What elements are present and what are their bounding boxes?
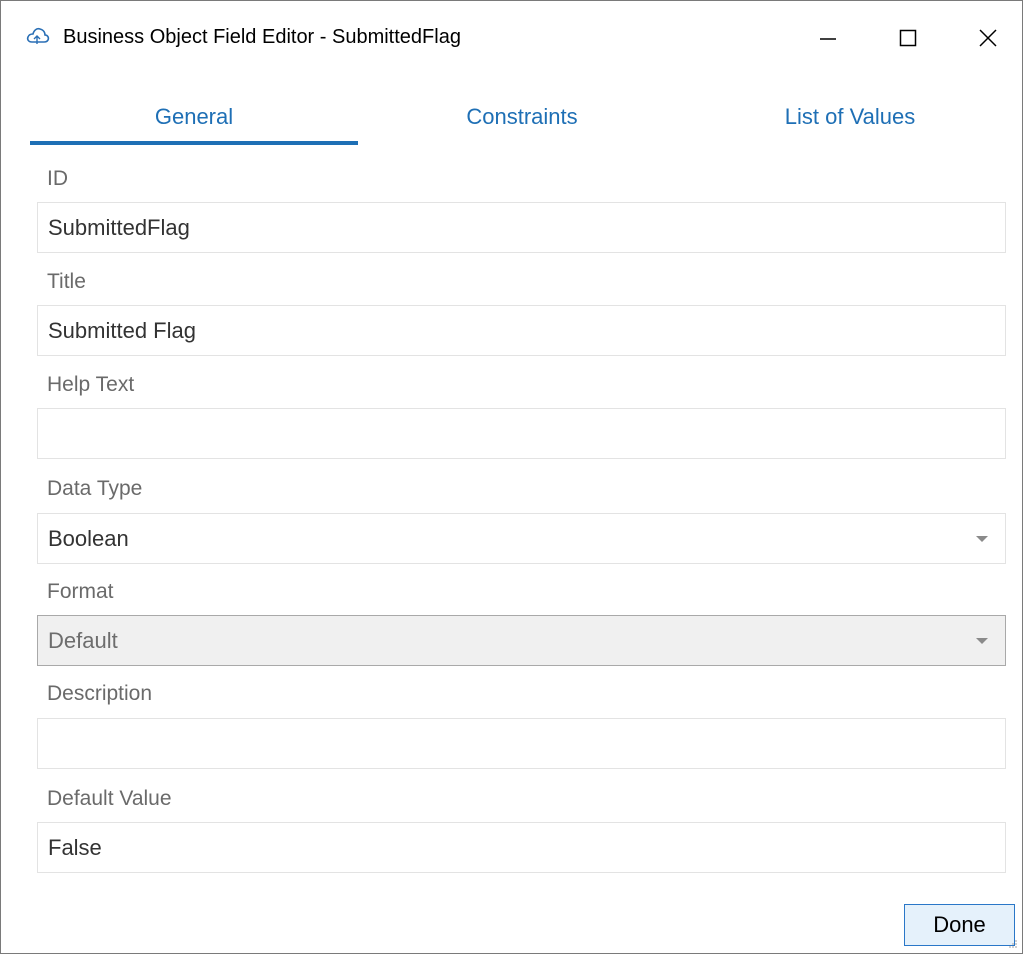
chevron-down-icon xyxy=(976,535,988,542)
help-text-field[interactable] xyxy=(37,408,1006,459)
id-value: SubmittedFlag xyxy=(48,214,190,240)
tab-constraints-label: Constraints xyxy=(466,104,578,129)
description-field[interactable] xyxy=(37,718,1006,769)
minimize-icon xyxy=(820,38,836,40)
tab-bar: General Constraints List of Values xyxy=(30,89,989,145)
tab-list-of-values-label: List of Values xyxy=(784,104,916,129)
window-title: Business Object Field Editor - Submitted… xyxy=(63,26,461,48)
id-label: ID xyxy=(47,167,68,190)
chevron-down-icon xyxy=(976,637,988,644)
tab-constraints[interactable]: Constraints xyxy=(358,89,686,145)
data-type-label: Data Type xyxy=(47,477,143,500)
format-label: Format xyxy=(47,580,114,603)
data-type-select[interactable]: Boolean xyxy=(37,513,1006,564)
maximize-button[interactable] xyxy=(883,13,933,63)
help-text-label: Help Text xyxy=(47,373,135,396)
title-field[interactable]: Submitted Flag xyxy=(37,305,1006,356)
title-bar[interactable]: Business Object Field Editor - Submitted… xyxy=(1,1,1022,77)
data-type-value: Boolean xyxy=(48,525,129,551)
done-button[interactable]: Done xyxy=(904,904,1015,946)
format-value: Default xyxy=(48,627,118,653)
active-tab-indicator xyxy=(30,141,358,145)
default-value-label: Default Value xyxy=(47,787,172,810)
title-label: Title xyxy=(47,270,86,293)
title-value: Submitted Flag xyxy=(48,317,196,343)
default-value-field[interactable]: False xyxy=(37,822,1006,873)
tab-list-of-values[interactable]: List of Values xyxy=(686,89,1014,145)
format-select: Default xyxy=(37,615,1006,666)
description-label: Description xyxy=(47,682,153,705)
field-editor-window: Business Object Field Editor - Submitted… xyxy=(0,0,1023,954)
minimize-button[interactable] xyxy=(803,13,853,63)
tab-general-label: General xyxy=(154,104,234,129)
tab-general[interactable]: General xyxy=(30,89,358,145)
close-icon xyxy=(979,29,997,47)
cloud-icon xyxy=(26,27,50,44)
maximize-icon xyxy=(899,29,917,47)
default-value-value: False xyxy=(48,834,102,860)
id-field[interactable]: SubmittedFlag xyxy=(37,202,1006,253)
resize-grip-icon[interactable] xyxy=(1006,937,1018,949)
close-button[interactable] xyxy=(963,13,1013,63)
